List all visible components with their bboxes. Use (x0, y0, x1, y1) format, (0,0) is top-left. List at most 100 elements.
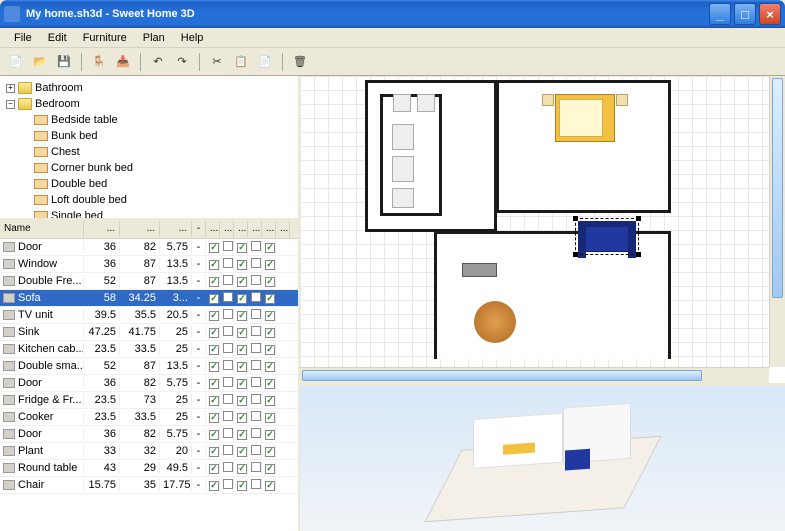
furniture-sofa[interactable] (578, 221, 636, 252)
checkbox[interactable] (223, 462, 233, 472)
menu-file[interactable]: File (6, 30, 40, 46)
checkbox[interactable]: ✓ (265, 413, 275, 423)
tree-item[interactable]: Single bed (2, 208, 296, 221)
checkbox[interactable]: ✓ (237, 260, 247, 270)
tree-item[interactable]: Bedside table (2, 112, 296, 128)
checkbox[interactable]: ✓ (209, 243, 219, 253)
checkbox[interactable]: ✓ (209, 362, 219, 372)
table-row[interactable]: TV unit39.535.520.5-✓✓✓ (0, 307, 298, 324)
tree-item[interactable]: Corner bunk bed (2, 160, 296, 176)
paste-button[interactable]: 📄 (255, 52, 275, 72)
3d-view[interactable] (300, 386, 785, 531)
checkbox[interactable] (251, 360, 261, 370)
menu-plan[interactable]: Plan (135, 30, 173, 46)
new-button[interactable]: 📄 (6, 52, 26, 72)
checkbox[interactable]: ✓ (265, 447, 275, 457)
tree-item[interactable]: Loft double bed (2, 192, 296, 208)
checkbox[interactable]: ✓ (237, 345, 247, 355)
checkbox[interactable]: ✓ (265, 345, 275, 355)
furniture-cabinet[interactable] (393, 94, 411, 112)
checkbox[interactable]: ✓ (209, 464, 219, 474)
table-row[interactable]: Window368713.5-✓✓✓ (0, 256, 298, 273)
furniture-bedside[interactable] (616, 94, 628, 106)
checkbox[interactable]: ✓ (209, 396, 219, 406)
col-elev[interactable]: ... (160, 221, 192, 238)
checkbox[interactable]: ✓ (265, 311, 275, 321)
close-button[interactable]: × (759, 3, 781, 25)
col-x[interactable]: ... (84, 221, 120, 238)
furniture-bed[interactable] (555, 94, 615, 142)
checkbox[interactable] (223, 377, 233, 387)
checkbox[interactable] (251, 343, 261, 353)
checkbox[interactable]: ✓ (209, 345, 219, 355)
checkbox[interactable]: ✓ (265, 277, 275, 287)
checkbox[interactable]: ✓ (237, 396, 247, 406)
checkbox[interactable]: ✓ (237, 362, 247, 372)
table-row[interactable]: Double sma...528713.5-✓✓✓ (0, 358, 298, 375)
furniture-fridge[interactable] (392, 124, 414, 150)
col-c5[interactable]: ... (206, 221, 220, 238)
table-row[interactable]: Plant333220-✓✓✓ (0, 443, 298, 460)
list-header[interactable]: Name ... ... ... - ... ... ... ... ... .… (0, 221, 298, 239)
table-row[interactable]: Kitchen cab...23.533.525-✓✓✓ (0, 341, 298, 358)
maximize-button[interactable]: □ (734, 3, 756, 25)
table-row[interactable]: Sink47.2541.7525-✓✓✓ (0, 324, 298, 341)
minimize-button[interactable]: _ (709, 3, 731, 25)
checkbox[interactable]: ✓ (209, 430, 219, 440)
checkbox[interactable]: ✓ (237, 328, 247, 338)
table-row[interactable]: Door36825.75-✓✓✓ (0, 239, 298, 256)
add-furniture-button[interactable]: 🪑 (89, 52, 109, 72)
table-row[interactable]: Fridge & Fr...23.57325-✓✓✓ (0, 392, 298, 409)
checkbox[interactable]: ✓ (265, 396, 275, 406)
checkbox[interactable]: ✓ (209, 277, 219, 287)
checkbox[interactable]: ✓ (237, 243, 247, 253)
furniture-sink[interactable] (392, 188, 414, 208)
furniture-bedside[interactable] (542, 94, 554, 106)
import-button[interactable]: 📥 (113, 52, 133, 72)
save-button[interactable]: 💾 (54, 52, 74, 72)
col-c7[interactable]: ... (234, 221, 248, 238)
checkbox[interactable]: ✓ (237, 464, 247, 474)
checkbox[interactable]: ✓ (265, 430, 275, 440)
menu-help[interactable]: Help (173, 30, 212, 46)
checkbox[interactable]: ✓ (209, 413, 219, 423)
table-row[interactable]: Round table432949.5-✓✓✓ (0, 460, 298, 477)
checkbox[interactable] (223, 292, 233, 302)
checkbox[interactable] (251, 326, 261, 336)
checkbox[interactable]: ✓ (209, 379, 219, 389)
checkbox[interactable] (223, 258, 233, 268)
checkbox[interactable]: ✓ (209, 328, 219, 338)
delete-button[interactable]: 🗑 (290, 52, 310, 72)
furniture-cooker[interactable] (392, 156, 414, 182)
checkbox[interactable]: ✓ (237, 294, 247, 304)
checkbox[interactable]: ✓ (209, 260, 219, 270)
checkbox[interactable] (223, 326, 233, 336)
tree-category-bathroom[interactable]: + Bathroom (2, 80, 296, 96)
col-y[interactable]: ... (120, 221, 160, 238)
furniture-tv[interactable] (462, 263, 497, 277)
copy-button[interactable]: 📋 (231, 52, 251, 72)
title-bar[interactable]: My home.sh3d - Sweet Home 3D _ □ × (0, 0, 785, 28)
undo-button[interactable]: ↶ (148, 52, 168, 72)
table-row[interactable]: Double Fre...528713.5-✓✓✓ (0, 273, 298, 290)
checkbox[interactable] (251, 377, 261, 387)
col-c10[interactable]: ... (276, 221, 290, 238)
col-c6[interactable]: ... (220, 221, 234, 238)
col-c4[interactable]: - (192, 221, 206, 238)
checkbox[interactable]: ✓ (209, 294, 219, 304)
menu-furniture[interactable]: Furniture (75, 30, 135, 46)
checkbox[interactable] (251, 411, 261, 421)
checkbox[interactable]: ✓ (265, 362, 275, 372)
checkbox[interactable] (251, 292, 261, 302)
checkbox[interactable]: ✓ (265, 464, 275, 474)
checkbox[interactable] (251, 241, 261, 251)
checkbox[interactable] (251, 462, 261, 472)
tree-item[interactable]: Double bed (2, 176, 296, 192)
menu-edit[interactable]: Edit (40, 30, 75, 46)
checkbox[interactable]: ✓ (265, 260, 275, 270)
plan-scrollbar-vertical[interactable] (769, 76, 785, 367)
plan-scrollbar-horizontal[interactable] (300, 367, 769, 383)
3d-model[interactable] (443, 397, 643, 521)
checkbox[interactable] (223, 394, 233, 404)
checkbox[interactable]: ✓ (209, 447, 219, 457)
